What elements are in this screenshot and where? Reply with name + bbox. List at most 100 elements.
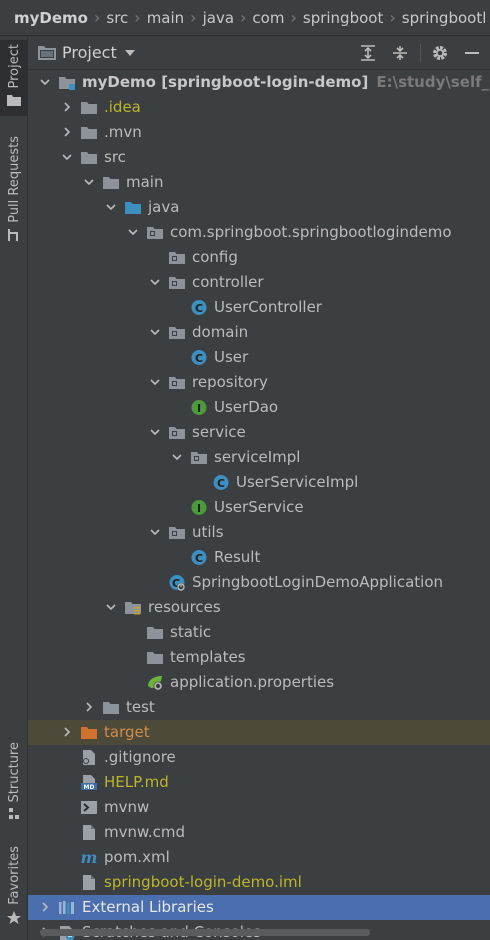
breadcrumb-item[interactable]: com — [252, 9, 284, 27]
tree-node-name: HELP.md — [104, 773, 169, 791]
tree-node[interactable]: domain — [28, 320, 490, 345]
folder-icon — [146, 649, 164, 666]
tree-node[interactable]: External Libraries — [28, 895, 490, 920]
source-folder-icon — [124, 199, 142, 216]
tree-node-name: UserServiceImpl — [236, 473, 359, 491]
settings-button[interactable] — [430, 43, 450, 63]
tree-node[interactable]: java — [28, 195, 490, 220]
tree-node[interactable]: MD HELP.md — [28, 770, 490, 795]
hide-panel-button[interactable] — [462, 43, 482, 63]
tree-node[interactable]: utils — [28, 520, 490, 545]
chevron-down-icon[interactable] — [150, 377, 160, 387]
tree-node-label: HELP.md — [104, 773, 169, 791]
package-icon — [168, 524, 186, 541]
tree-node[interactable]: C UserServiceImpl — [28, 470, 490, 495]
tree-node-name: springboot-login-demo.iml — [104, 873, 302, 891]
tree-node-name: com.springboot.springbootlogindemo — [170, 223, 452, 241]
tree-node[interactable]: serviceImpl — [28, 445, 490, 470]
tree-node[interactable]: application.properties — [28, 670, 490, 695]
breadcrumb-item[interactable]: src — [106, 9, 128, 27]
tree-node[interactable]: templates — [28, 645, 490, 670]
tree-node[interactable]: com.springboot.springbootlogindemo — [28, 220, 490, 245]
chevron-right-icon[interactable] — [62, 127, 72, 137]
breadcrumb-item[interactable]: springbootl — [402, 9, 487, 27]
project-panel-title[interactable]: Project — [62, 43, 117, 62]
tree-node[interactable]: test — [28, 695, 490, 720]
breadcrumb-item[interactable]: main — [147, 9, 184, 27]
tool-tab-pull-requests[interactable]: Pull Requests — [0, 136, 28, 246]
tree-node[interactable]: mvnw.cmd — [28, 820, 490, 845]
chevron-down-icon[interactable] — [106, 202, 116, 212]
svg-text:C: C — [195, 552, 203, 565]
tool-tab-project-label: Project — [6, 44, 22, 89]
tree-node-name: config — [192, 248, 238, 266]
chevron-down-icon[interactable] — [62, 152, 72, 162]
tree-node[interactable]: I UserDao — [28, 395, 490, 420]
tree-node[interactable]: main — [28, 170, 490, 195]
tree-node-label: SpringbootLoginDemoApplication — [192, 573, 443, 591]
tree-node-label: springboot-login-demo.iml — [104, 873, 302, 891]
dropdown-arrow-icon[interactable] — [124, 49, 135, 56]
tool-tab-favorites[interactable]: Favorites — [0, 846, 28, 940]
chevron-down-icon[interactable] — [150, 427, 160, 437]
package-icon — [168, 249, 186, 266]
svg-text:C: C — [195, 352, 203, 365]
breadcrumb-item[interactable]: springboot — [303, 9, 383, 27]
chevron-down-icon[interactable] — [150, 327, 160, 337]
tree-node[interactable]: myDemo [springboot-login-demo] E:\study\s… — [28, 70, 490, 95]
chevron-right-icon[interactable] — [62, 727, 72, 737]
svg-text:I: I — [197, 402, 201, 415]
tree-node-label: static — [170, 623, 211, 641]
package-icon — [168, 324, 186, 341]
interface-icon: I — [190, 399, 208, 416]
tree-node-label: myDemo [springboot-login-demo] E:\study\s… — [82, 73, 490, 91]
folder-icon — [7, 95, 21, 107]
breadcrumb-item[interactable]: java — [203, 9, 234, 27]
tree-node[interactable]: .idea — [28, 95, 490, 120]
chevron-right-icon[interactable] — [40, 902, 50, 912]
tree-node[interactable]: .mvn — [28, 120, 490, 145]
tree-node-name: .idea — [104, 98, 141, 116]
tree-node[interactable]: controller — [28, 270, 490, 295]
tree-node-label: test — [126, 698, 155, 716]
tree-node[interactable]: mvnw — [28, 795, 490, 820]
tree-node-name: UserDao — [214, 398, 279, 416]
tree-node-name: User — [214, 348, 249, 366]
tree-node[interactable]: m pom.xml — [28, 845, 490, 870]
tree-node[interactable]: config — [28, 245, 490, 270]
horizontal-scrollbar[interactable] — [40, 929, 370, 936]
chevron-right-icon[interactable] — [84, 702, 94, 712]
tree-node-label: templates — [170, 648, 246, 666]
tree-node[interactable]: C User — [28, 345, 490, 370]
package-icon — [168, 274, 186, 291]
chevron-down-icon[interactable] — [40, 77, 50, 87]
tool-tab-project[interactable]: Project — [0, 40, 28, 116]
svg-text:C: C — [195, 302, 203, 315]
tree-node[interactable]: target — [28, 720, 490, 745]
tree-node-label: repository — [192, 373, 268, 391]
chevron-right-icon[interactable] — [62, 102, 72, 112]
tree-node[interactable]: C Result — [28, 545, 490, 570]
tree-node[interactable]: static — [28, 620, 490, 645]
tree-node[interactable]: springboot-login-demo.iml — [28, 870, 490, 895]
tree-node[interactable]: C UserController — [28, 295, 490, 320]
tree-node[interactable]: repository — [28, 370, 490, 395]
chevron-down-icon[interactable] — [150, 527, 160, 537]
breadcrumb-separator: › — [190, 8, 197, 27]
tree-node[interactable]: I UserService — [28, 495, 490, 520]
breadcrumb-item[interactable]: myDemo — [14, 9, 88, 27]
chevron-down-icon[interactable] — [128, 227, 138, 237]
tree-node-label: UserService — [214, 498, 304, 516]
tree-node[interactable]: .gitignore — [28, 745, 490, 770]
chevron-down-icon[interactable] — [106, 602, 116, 612]
chevron-down-icon[interactable] — [150, 277, 160, 287]
chevron-down-icon[interactable] — [172, 452, 182, 462]
tool-tab-structure[interactable]: Structure — [0, 742, 28, 828]
chevron-down-icon[interactable] — [84, 177, 94, 187]
tree-node[interactable]: C SpringbootLoginDemoApplication — [28, 570, 490, 595]
tree-node[interactable]: service — [28, 420, 490, 445]
expand-all-button[interactable] — [358, 43, 378, 63]
tree-node[interactable]: src — [28, 145, 490, 170]
tree-node[interactable]: resources — [28, 595, 490, 620]
collapse-all-button[interactable] — [390, 43, 410, 63]
